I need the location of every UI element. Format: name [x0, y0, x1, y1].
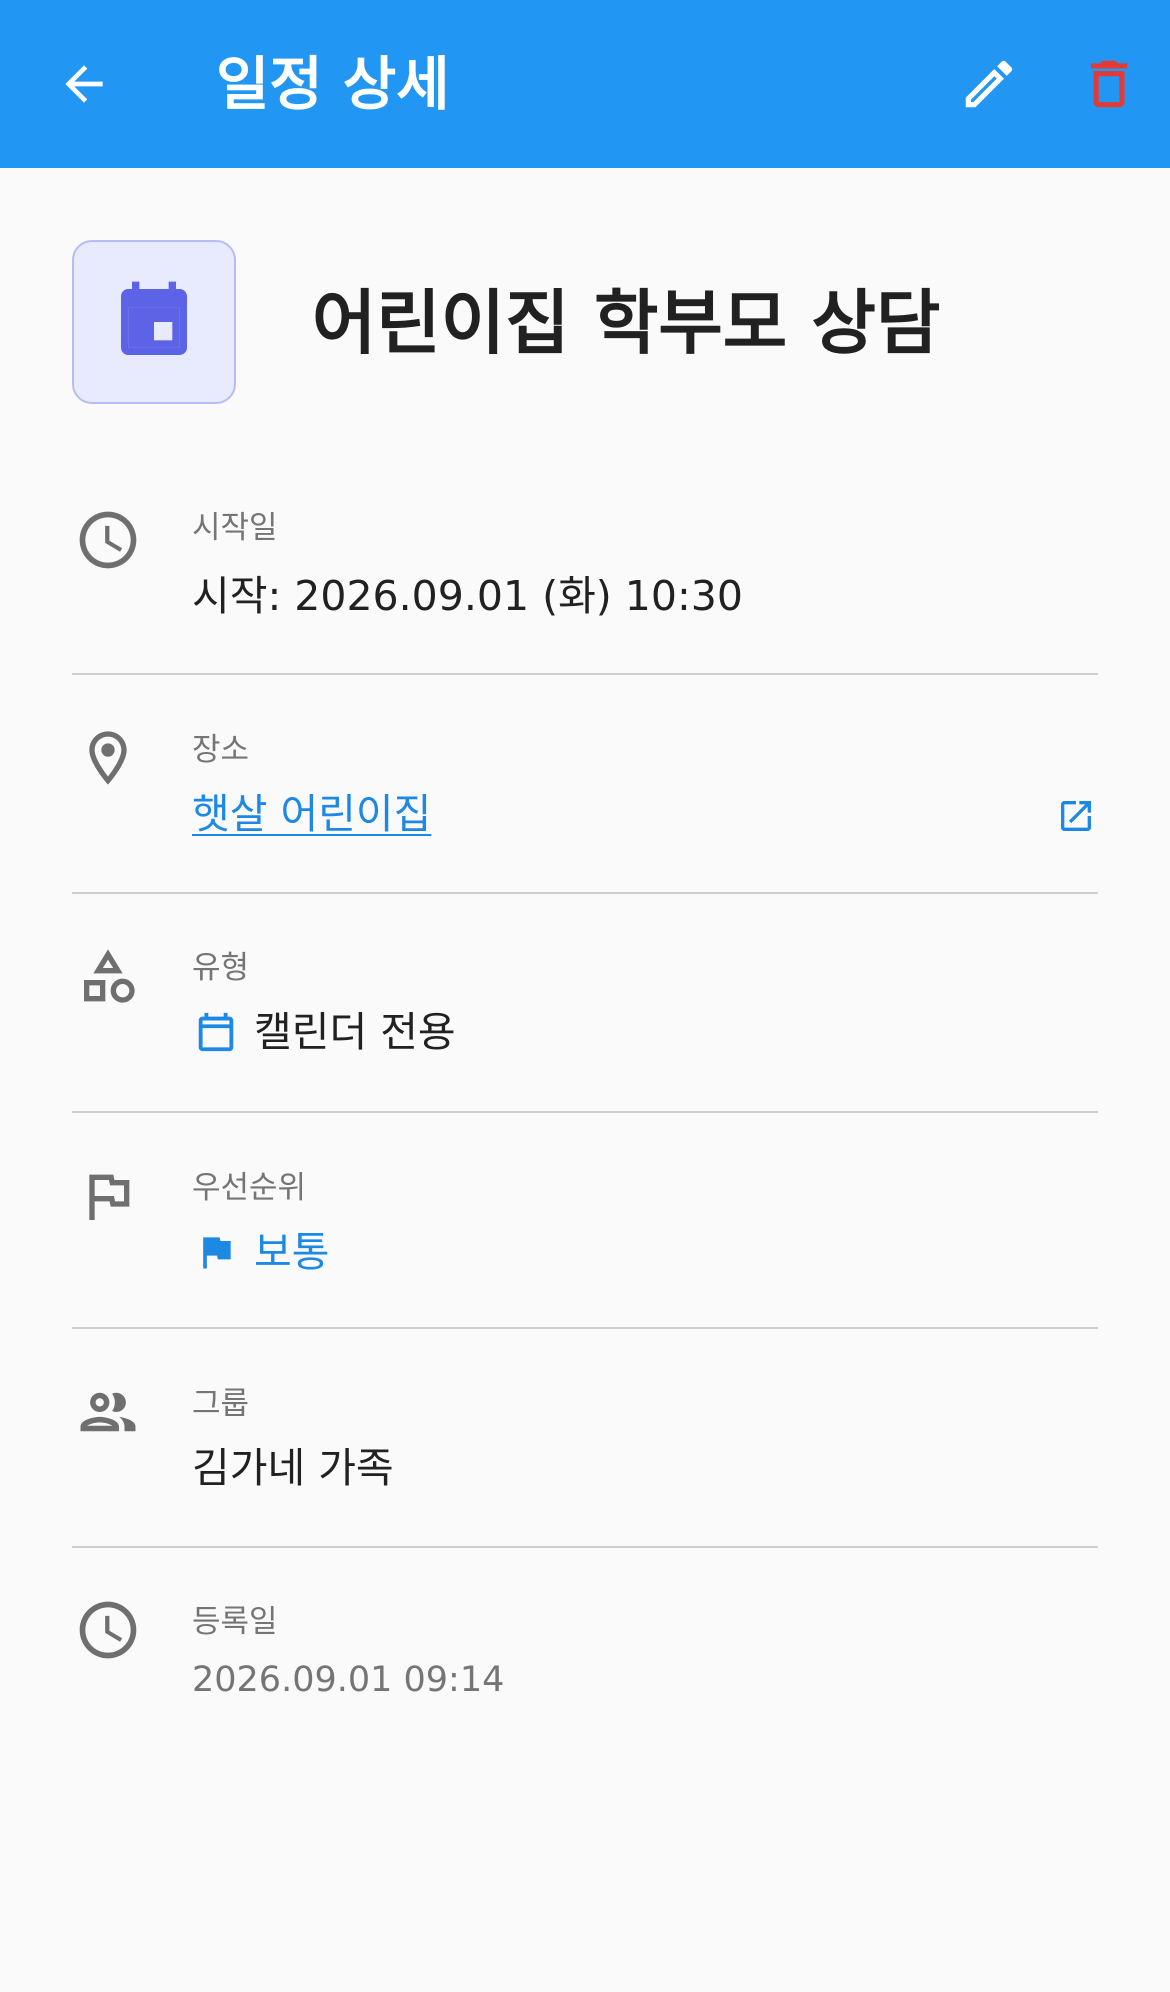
start-date-value: 시작: 2026.09.01 (화) 10:30 — [192, 572, 743, 620]
type-value: 캘린더 전용 — [192, 1006, 456, 1058]
type-label: 유형 — [192, 950, 250, 986]
calendar-icon — [192, 1008, 240, 1056]
group-label: 그룹 — [192, 1386, 250, 1422]
priority-value-text: 보통 — [254, 1228, 330, 1276]
open-in-new-icon — [1061, 801, 1091, 831]
pencil-icon — [965, 60, 1013, 108]
trash-icon — [1090, 60, 1128, 108]
open-in-new-button[interactable] — [1054, 794, 1098, 838]
priority-row: 우선순위 보통 — [72, 1160, 1098, 1290]
calendar-icon — [121, 281, 187, 355]
back-button[interactable] — [36, 36, 132, 132]
edit-button[interactable] — [941, 36, 1037, 132]
page-title: 일정 상세 — [216, 50, 450, 118]
event-icon-tile — [72, 240, 236, 404]
registered-label: 등록일 — [192, 1604, 278, 1640]
clock-icon — [79, 511, 137, 569]
start-date-label: 시작일 — [192, 510, 278, 546]
location-row: 장소 햇살 어린이집 — [72, 722, 1098, 852]
type-row: 유형 캘린더 전용 — [72, 940, 1098, 1070]
flag-outline-icon — [89, 1174, 130, 1220]
divider — [72, 1327, 1098, 1329]
priority-label: 우선순위 — [192, 1170, 307, 1206]
app-bar: 일정 상세 — [0, 0, 1170, 168]
priority-value: 보통 — [192, 1226, 329, 1278]
people-icon — [80, 1392, 136, 1432]
divider — [72, 1111, 1098, 1113]
arrow-back-icon — [65, 65, 103, 103]
location-label: 장소 — [192, 732, 250, 768]
divider — [72, 892, 1098, 894]
type-value-text: 캘린더 전용 — [254, 1008, 456, 1056]
registered-row: 등록일 2026.09.01 09:14 — [72, 1594, 1098, 1714]
location-link[interactable]: 햇살 어린이집 — [192, 788, 431, 840]
event-title: 어린이집 학부모 상담 — [312, 282, 941, 364]
category-icon — [84, 949, 135, 1003]
delete-button[interactable] — [1061, 36, 1157, 132]
clock-icon — [79, 1601, 137, 1659]
divider — [72, 673, 1098, 675]
registered-value: 2026.09.01 09:14 — [192, 1660, 505, 1700]
group-value: 김가네 가족 — [192, 1444, 394, 1492]
group-row: 그룹 김가네 가족 — [72, 1376, 1098, 1506]
flag-icon — [192, 1228, 240, 1276]
location-pin-icon — [89, 731, 127, 785]
start-date-row: 시작일 시작: 2026.09.01 (화) 10:30 — [72, 504, 1098, 634]
divider — [72, 1546, 1098, 1548]
